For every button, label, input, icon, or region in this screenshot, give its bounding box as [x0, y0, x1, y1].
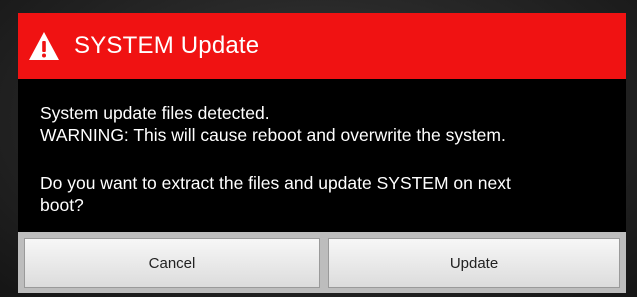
dialog-title: SYSTEM Update [74, 32, 260, 59]
message-line-question: Do you want to extract the files and upd… [40, 173, 511, 193]
system-update-dialog: SYSTEM Update System update files detect… [18, 13, 626, 293]
message-line-question-cont: boot? [40, 195, 84, 215]
screen-background: SYSTEM Update System update files detect… [0, 0, 637, 297]
update-button[interactable]: Update [328, 238, 620, 288]
dialog-title-bar: SYSTEM Update [18, 13, 626, 79]
cancel-button[interactable]: Cancel [24, 238, 320, 288]
dialog-button-bar: Cancel Update [18, 232, 626, 293]
message-line: System update files detected. [40, 103, 270, 123]
dialog-message: System update files detected. WARNING: T… [18, 79, 626, 232]
message-line-warning: WARNING: This will cause reboot and over… [40, 125, 506, 145]
warning-icon [29, 32, 59, 60]
